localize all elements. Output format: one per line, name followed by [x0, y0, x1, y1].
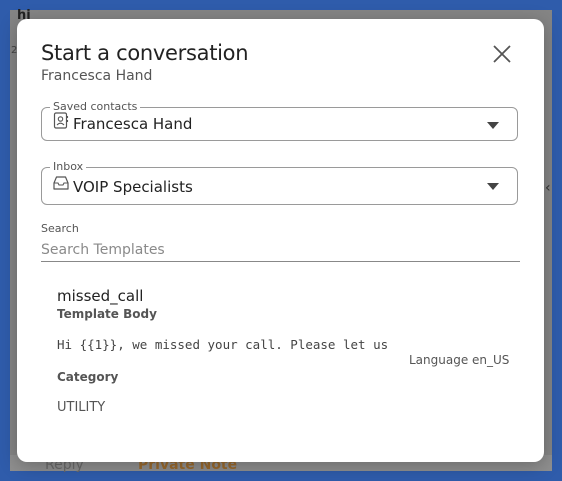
close-button[interactable] [491, 43, 513, 65]
start-conversation-modal: Start a conversation Francesca Hand Save… [17, 19, 544, 462]
template-body: Hi {{1}}, we missed your call. Please le… [57, 337, 389, 352]
modal-title: Start a conversation [41, 41, 249, 65]
template-category: UTILITY [57, 400, 106, 415]
chevron-down-icon [487, 183, 499, 190]
saved-contacts-value: Francesca Hand [73, 115, 193, 133]
modal-subtitle: Francesca Hand [41, 68, 153, 84]
inbox-value: VOIP Specialists [73, 178, 193, 196]
template-card[interactable]: missed_call Template Body Hi {{1}}, we m… [41, 277, 520, 427]
template-body-label: Template Body [57, 307, 157, 321]
saved-contacts-select[interactable]: Saved contacts Francesca Hand [41, 100, 518, 141]
close-icon [493, 45, 511, 63]
search-templates-input[interactable] [41, 239, 520, 262]
background-chevron-icon: ‹ [545, 180, 551, 196]
search-label: Search [41, 222, 79, 235]
inbox-label: Inbox [50, 160, 87, 174]
chevron-down-icon [487, 122, 499, 129]
inbox-select[interactable]: Inbox VOIP Specialists [41, 160, 518, 205]
contact-card-icon [53, 112, 69, 129]
inbox-tray-icon [53, 176, 69, 190]
template-category-label: Category [57, 370, 119, 384]
template-language: Language en_US [409, 353, 510, 367]
template-name: missed_call [57, 287, 144, 305]
